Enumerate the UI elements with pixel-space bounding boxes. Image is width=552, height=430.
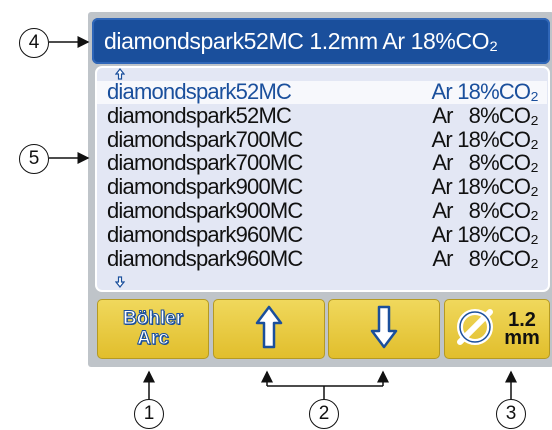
list-item[interactable]: diamondspark960MC Ar 18%CO₂ bbox=[95, 221, 547, 247]
list-item-material: diamondspark900MC bbox=[107, 174, 303, 200]
material-list[interactable]: diamondspark52MC Ar 18%CO₂ diamondspark5… bbox=[95, 80, 547, 270]
list-item-material: diamondspark52MC bbox=[107, 79, 292, 104]
list-item[interactable]: diamondspark900MC Ar 18%CO₂ bbox=[95, 175, 547, 199]
list-item[interactable]: diamondspark900MC Ar 8%CO₂ bbox=[95, 199, 547, 223]
list-item-gas: Ar 8%CO₂ bbox=[432, 150, 538, 176]
callout-4: 4 bbox=[19, 28, 49, 58]
list-item-gas: Ar 18%CO₂ bbox=[431, 221, 539, 247]
list-item-gas: Ar 8%CO₂ bbox=[432, 102, 538, 128]
callout-2: 2 bbox=[309, 399, 339, 429]
list-item[interactable]: diamondspark700MC Ar 8%CO₂ bbox=[95, 151, 547, 175]
list-item-gas: Ar 18%CO₂ bbox=[431, 174, 539, 200]
callout-3: 3 bbox=[496, 399, 526, 429]
list-item-material: diamondspark700MC bbox=[107, 150, 303, 176]
list-item[interactable]: diamondspark960MC Ar 8%CO₂ bbox=[95, 245, 547, 271]
list-item[interactable]: diamondspark700MC Ar 18%CO₂ bbox=[95, 126, 547, 152]
list-item-material: diamondspark700MC bbox=[107, 126, 303, 152]
callout-5: 5 bbox=[19, 144, 49, 174]
list-item-material: diamondspark960MC bbox=[107, 245, 303, 271]
list-item-gas: Ar 8%CO₂ bbox=[432, 197, 538, 223]
list-item-gas: Ar 18%CO₂ bbox=[431, 126, 539, 152]
list-item-material: diamondspark900MC bbox=[107, 197, 303, 223]
list-item-gas: Ar 18%CO₂ bbox=[431, 79, 539, 104]
callout-1: 1 bbox=[134, 399, 164, 429]
list-item-gas: Ar 8%CO₂ bbox=[432, 245, 538, 271]
list-item[interactable]: diamondspark52MC Ar 8%CO₂ bbox=[95, 102, 547, 128]
list-item[interactable]: diamondspark52MC Ar 18%CO₂ bbox=[95, 80, 547, 104]
list-item-material: diamondspark960MC bbox=[107, 221, 303, 247]
list-item-material: diamondspark52MC bbox=[107, 102, 292, 128]
